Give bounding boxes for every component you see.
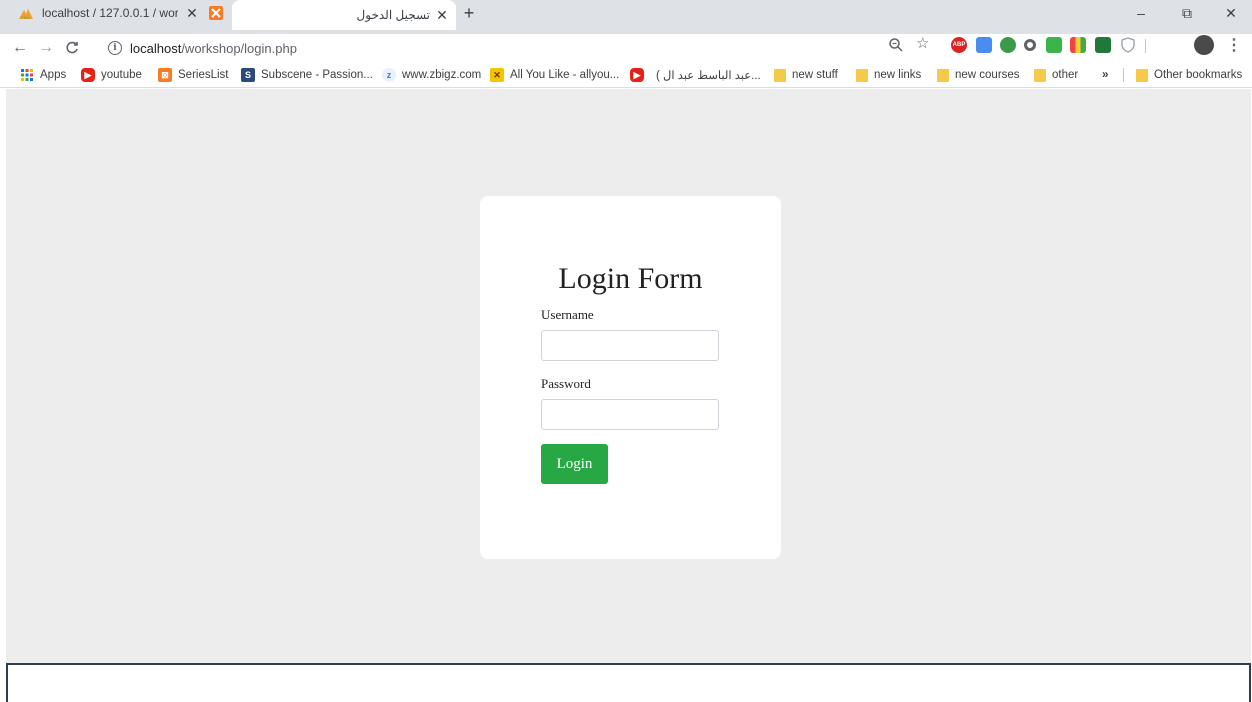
bookmark-folder-other[interactable]: other: [1034, 66, 1078, 84]
url-path: /workshop/login.php: [181, 40, 297, 56]
bookmark-label: new courses: [955, 69, 1020, 81]
url-text: localhost/workshop/login.php: [130, 41, 297, 56]
folder-icon: [1136, 68, 1148, 82]
extension-globe-icon[interactable]: [1000, 37, 1016, 53]
menu-icon[interactable]: ⋮: [1226, 36, 1242, 56]
bookmarks-bar: Apps ▶ youtube ⊠ SeriesList S Subscene -…: [0, 62, 1252, 88]
tab-title-active: تسجيل الدخول: [356, 8, 430, 22]
address-bar[interactable]: i localhost/workshop/login.php: [108, 36, 948, 60]
bookmark-label: Apps: [40, 69, 67, 81]
bookmark-label: Subscene - Passion...: [261, 69, 373, 81]
bookmark-label: www.zbigz.com: [402, 69, 482, 81]
username-label: Username: [541, 307, 594, 322]
folder-icon: [774, 68, 786, 82]
new-tab-button[interactable]: +: [458, 3, 480, 25]
subscene-icon: S: [241, 68, 255, 82]
tab-close-icon[interactable]: ✕: [184, 5, 200, 22]
zbigz-icon: z: [382, 68, 396, 82]
bottom-panel: [6, 663, 1251, 702]
browser-toolbar: ← → i localhost/workshop/login.php: [0, 34, 1252, 62]
folder-icon: [937, 68, 949, 82]
form-title: Login Form: [558, 262, 703, 295]
bookmark-zbigz[interactable]: z www.zbigz.com: [382, 66, 481, 84]
extension-x-icon[interactable]: [1095, 37, 1111, 53]
restore-button[interactable]: ⧉: [1164, 0, 1210, 26]
youtube-icon: ▶: [81, 68, 95, 82]
shield-icon[interactable]: [1120, 37, 1136, 53]
extension-green-icon[interactable]: [1046, 37, 1062, 53]
bookmark-label: new links: [874, 69, 922, 81]
bookmark-label: new stuff: [792, 69, 838, 81]
login-card: Login Form Username Password Login: [480, 196, 781, 559]
password-label: Password: [541, 376, 591, 391]
bookmark-serieslist[interactable]: ⊠ SeriesList: [158, 66, 229, 84]
bookmark-youtube[interactable]: ▶ youtube: [81, 66, 142, 84]
back-arrow-icon[interactable]: ←: [8, 36, 32, 60]
bookmark-arabic-youtube[interactable]: ▶ ( عبد الباسط عبد ال...: [630, 66, 761, 84]
tab-phpmyadmin[interactable]: PMA localhost / 127.0.0.1 / workshop | ✕: [0, 0, 232, 26]
bookmark-folder-new-stuff[interactable]: new stuff: [774, 66, 838, 84]
bookmarks-overflow-button[interactable]: »: [1102, 66, 1108, 84]
info-icon[interactable]: i: [108, 41, 122, 55]
folder-icon: [856, 68, 868, 82]
bookmark-folder-new-links[interactable]: new links: [856, 66, 921, 84]
folder-icon: [1034, 68, 1046, 82]
forward-arrow-icon[interactable]: →: [34, 36, 58, 60]
bookmark-label: other: [1052, 69, 1079, 81]
xampp-icon: [208, 5, 224, 21]
minimize-button[interactable]: –: [1118, 0, 1164, 26]
login-button[interactable]: Login: [541, 444, 608, 484]
allyoulike-icon: ✕: [490, 68, 504, 82]
bookmark-label: ( عبد الباسط عبد ال...: [656, 70, 761, 82]
bookmark-label: Other bookmarks: [1154, 69, 1243, 81]
tab-strip: PMA localhost / 127.0.0.1 / workshop | ✕…: [0, 0, 1252, 34]
apps-grid-icon: [20, 68, 34, 82]
reload-icon[interactable]: [60, 36, 84, 60]
bookmark-apps[interactable]: Apps: [20, 66, 66, 84]
tab-close-icon[interactable]: ✕: [434, 7, 450, 24]
serieslist-icon: ⊠: [158, 68, 172, 82]
tab-title: localhost / 127.0.0.1 / workshop |: [42, 6, 178, 20]
password-input[interactable]: [541, 399, 719, 430]
avatar[interactable]: [1194, 35, 1214, 55]
url-host: localhost: [130, 40, 182, 56]
adblock-icon[interactable]: ABP: [951, 37, 967, 53]
bookmark-label: All You Like - allyou...: [510, 69, 620, 81]
star-icon[interactable]: ☆: [916, 36, 932, 52]
bookmark-allyoulike[interactable]: ✕ All You Like - allyou...: [490, 66, 619, 84]
page-content: Login Form Username Password Login: [6, 89, 1251, 663]
bookmark-label: SeriesList: [178, 69, 229, 81]
extension-color-icon[interactable]: [1070, 37, 1086, 53]
bookmark-other-bookmarks[interactable]: Other bookmarks: [1136, 66, 1242, 84]
bookmark-label: youtube: [101, 69, 142, 81]
zoom-icon[interactable]: [888, 37, 904, 53]
translate-icon[interactable]: [976, 37, 992, 53]
phpmyadmin-icon: PMA: [18, 5, 34, 21]
username-input[interactable]: [541, 330, 719, 361]
youtube-icon: ▶: [630, 68, 644, 82]
bookmark-subscene[interactable]: S Subscene - Passion...: [241, 66, 373, 84]
extension-circle-icon[interactable]: [1024, 39, 1036, 51]
toolbar-divider: [1145, 39, 1146, 53]
tab-login[interactable]: تسجيل الدخول ✕: [232, 0, 456, 30]
bookmarks-divider: [1123, 68, 1124, 82]
svg-text:PMA: PMA: [21, 15, 30, 20]
window-close-button[interactable]: ✕: [1208, 0, 1252, 26]
bookmark-folder-new-courses[interactable]: new courses: [937, 66, 1020, 84]
